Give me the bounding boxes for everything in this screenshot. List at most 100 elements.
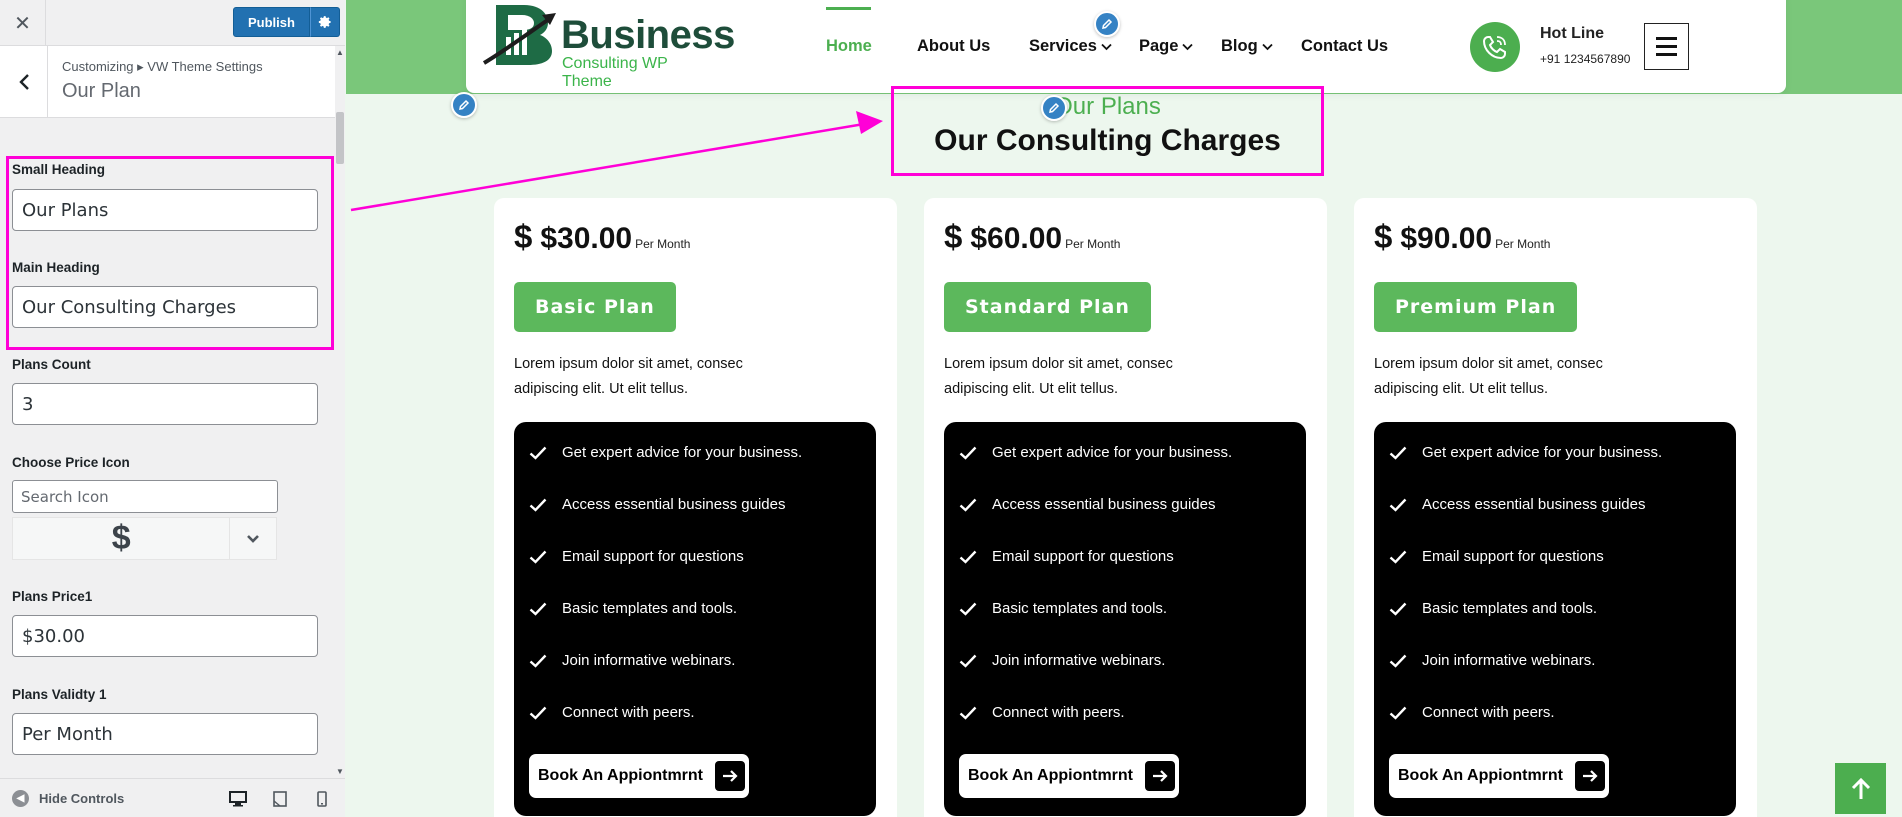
scroll-to-top-button[interactable] [1835,763,1886,814]
nav-item-blog[interactable]: Blog [1221,37,1273,56]
check-icon [1389,654,1407,668]
panel-title: Our Plan [62,80,141,102]
check-icon [529,654,547,668]
edit-shortcut-header[interactable] [1094,11,1120,37]
scroll-up-icon: ▲ [336,48,344,57]
nav-item-services[interactable]: Services [1029,37,1112,56]
annotation-highlight-box [6,156,334,350]
feature-item: Get expert advice for your business. [1389,444,1662,461]
feature-text: Join informative webinars. [562,652,736,669]
nav-label: Services [1029,37,1097,55]
feature-item: Access essential business guides [1389,496,1645,513]
plan-price: $90.00 [1400,222,1493,255]
check-icon [959,446,977,460]
plan-features: Get expert advice for your business. Acce… [514,422,876,816]
nav-item-page[interactable]: Page [1139,37,1194,56]
arrow-right-icon [715,761,746,791]
nav-item-about-us[interactable]: About Us [917,37,990,56]
plans-count-label: Plans Count [12,357,91,372]
book-appointment-button[interactable]: Book An Appiontmrnt [529,754,750,798]
check-icon [959,602,977,616]
feature-item: Access essential business guides [529,496,785,513]
menu-bar [1656,45,1677,48]
feature-item: Join informative webinars. [959,652,1165,669]
feature-item: Connect with peers. [1389,704,1555,721]
feature-text: Basic templates and tools. [1422,600,1598,617]
feature-text: Basic templates and tools. [562,600,738,617]
customizer-header-bar: ✕ Publish [0,0,345,46]
back-button[interactable] [0,46,48,117]
collapse-icon: ◀ [12,790,29,807]
hotline-phone-button[interactable] [1470,22,1520,72]
hamburger-menu-button[interactable] [1644,23,1689,70]
feature-text: Get expert advice for your business. [562,444,803,461]
check-icon [1389,446,1407,460]
icon-picker-toggle[interactable] [230,518,276,559]
feature-item: Join informative webinars. [1389,652,1595,669]
feature-text: Email support for questions [562,548,744,565]
dollar-icon: $ [13,518,231,559]
plan-validity: Per Month [1065,237,1121,251]
desktop-preview-button[interactable] [228,789,248,809]
plans-price1-label: Plans Price1 [12,589,93,604]
edit-shortcut-heading[interactable] [1041,95,1067,121]
sidebar-scrollbar[interactable]: ▲ ▼ [335,46,345,778]
publish-button[interactable]: Publish [233,7,310,37]
plan-name-button[interactable]: Premium Plan [1374,282,1578,332]
hide-controls-label: Hide Controls [39,791,125,806]
plans-count-input[interactable] [12,383,318,425]
check-icon [1389,706,1407,720]
price-row: $ $60.00 Per Month [944,218,1120,256]
close-customizer-button[interactable]: ✕ [0,0,46,46]
check-icon [529,602,547,616]
plan-price: $30.00 [540,222,633,255]
book-appointment-button[interactable]: Book An Appiontmrnt [1389,754,1610,798]
feature-text: Basic templates and tools. [992,600,1168,617]
dollar-icon: $ [514,218,533,255]
annotation-highlight-box [891,86,1324,176]
hotline-title: Hot Line [1540,25,1604,42]
plans-validity1-input[interactable] [12,713,318,755]
price-row: $ $90.00 Per Month [1374,218,1550,256]
menu-bar [1656,53,1677,56]
check-icon [1389,498,1407,512]
mobile-preview-button[interactable] [312,789,332,809]
plans-validity1-label: Plans Validty 1 [12,687,107,702]
plan-description: Lorem ipsum dolor sit amet, consec adipi… [1374,356,1603,397]
nav-label: Blog [1221,37,1258,55]
plan-description: Lorem ipsum dolor sit amet, consec adipi… [944,356,1173,397]
feature-item: Basic templates and tools. [1389,600,1597,617]
nav-item-contact-us[interactable]: Contact Us [1301,37,1388,56]
feature-text: Access essential business guides [992,496,1216,513]
hide-controls-button[interactable]: ◀ Hide Controls [12,790,124,807]
feature-item: Basic templates and tools. [959,600,1167,617]
plan-card-1: $ $30.00 Per Month Basic Plan Lorem ipsu… [494,198,897,817]
plans-price1-input[interactable] [12,615,318,657]
publish-group: Publish [233,7,340,37]
gear-icon [318,16,331,28]
pencil-icon [1102,18,1113,29]
arrow-up-icon [1851,777,1870,799]
book-appointment-button[interactable]: Book An Appiontmrnt [959,754,1180,798]
feature-text: Join informative webinars. [992,652,1166,669]
plan-card-2: $ $60.00 Per Month Standard Plan Lorem i… [924,198,1327,817]
check-icon [529,706,547,720]
chevron-left-icon [18,73,29,90]
menu-bar [1656,37,1677,40]
chevron-down-icon [247,534,260,543]
book-appointment-label: Book An Appiontmrnt [968,767,1134,784]
scrollbar-thumb[interactable] [336,112,344,164]
icon-search-input[interactable] [12,480,278,513]
scroll-down-icon: ▼ [336,767,344,776]
mobile-icon [317,791,327,807]
publish-settings-button[interactable] [309,7,340,37]
feature-item: Email support for questions [959,548,1174,565]
feature-item: Get expert advice for your business. [959,444,1232,461]
nav-label: Contact Us [1301,37,1389,55]
tablet-preview-button[interactable] [270,789,290,809]
plan-name-button[interactable]: Standard Plan [944,282,1151,332]
feature-item: Email support for questions [529,548,744,565]
plan-name-button[interactable]: Basic Plan [514,282,676,332]
arrow-right-icon [1145,761,1176,791]
chevron-down-icon [1262,43,1273,50]
